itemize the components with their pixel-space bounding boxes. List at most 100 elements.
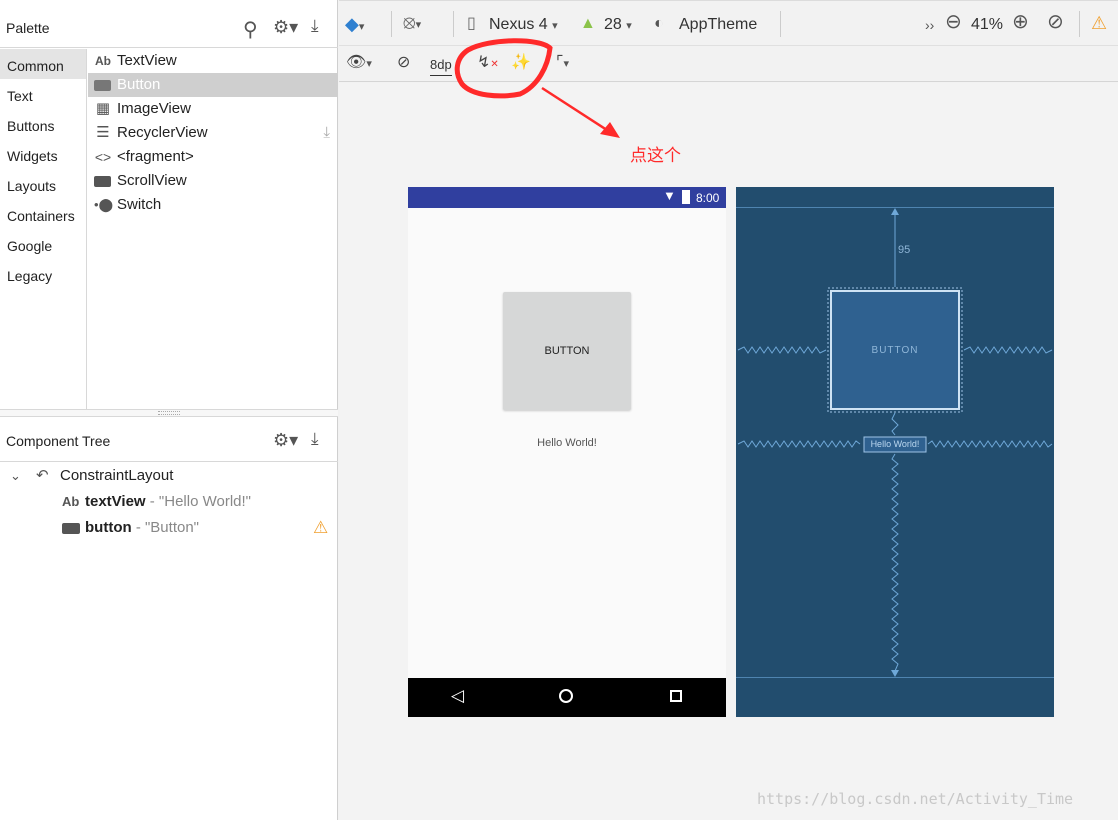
status-time: 8:00 (696, 191, 720, 205)
category-widgets[interactable]: Widgets (0, 139, 86, 169)
button-icon (62, 523, 80, 534)
highlight-annotation (454, 38, 620, 138)
palette-item-switch[interactable]: •⬤ Switch (88, 193, 338, 217)
warning-icon[interactable]: ⚠ (313, 515, 328, 541)
category-containers[interactable]: Containers (0, 199, 86, 229)
orientation-icon[interactable]: ⦻▾ (403, 13, 421, 35)
gear-icon[interactable]: ⚙▾ (273, 430, 298, 451)
chain-constraint (891, 412, 899, 436)
palette-item-label: ScrollView (117, 172, 187, 189)
api-selector[interactable]: 28 ▾ (604, 15, 632, 36)
palette-categories: Common Text Buttons Widgets Layouts Cont… (0, 49, 87, 409)
arrow-line (541, 86, 611, 134)
preview-button-label: BUTTON (544, 345, 590, 357)
highlight-circle (454, 38, 553, 99)
annotation-label: 点这个 (630, 146, 681, 165)
palette-item-recyclerview[interactable]: ☰ RecyclerView ⤓ (88, 121, 338, 145)
battery-icon (682, 190, 690, 204)
palette-header: Palette ⚲ ⚙▾ ⤓ (0, 8, 338, 48)
palette-title: Palette (6, 20, 50, 36)
left-panel: Palette ⚲ ⚙▾ ⤓ Common Text Buttons Widge… (0, 0, 338, 820)
tree-root-label: ConstraintLayout (60, 467, 174, 484)
search-icon[interactable]: ⚲ (243, 17, 258, 42)
tree-row-root[interactable]: ⌄ ↶ ConstraintLayout (0, 463, 338, 489)
nav-bar: ◁ (408, 678, 726, 717)
palette-items: Ab TextView Button ▦ ImageView ☰ RecyclerVi… (88, 49, 338, 409)
theme-selector[interactable]: AppTheme (679, 15, 757, 35)
default-margin[interactable]: 8dp (430, 55, 452, 76)
preview-hello-text[interactable]: Hello World! (408, 437, 726, 449)
tree-row-textview[interactable]: Ab textView - "Hello World!" (0, 489, 338, 515)
back-icon: ◁ (451, 686, 465, 705)
blueprint-constraints (736, 207, 1054, 678)
constraint-layout-icon: ↶ (36, 467, 49, 484)
zoom-out-icon[interactable]: ⊖ (945, 12, 962, 32)
scrollview-icon (94, 175, 111, 187)
palette-item-label: ImageView (117, 100, 191, 117)
list-icon: ☰ (96, 124, 110, 141)
zoom-in-icon[interactable]: ⊕ (1012, 12, 1029, 32)
palette-item-scrollview[interactable]: ScrollView (88, 169, 338, 193)
home-icon (559, 689, 573, 703)
tree-item-text: - "Hello World!" (149, 493, 251, 510)
autoconnect-off-icon[interactable]: ⊘ (397, 53, 410, 73)
blueprint-button-label: BUTTON (871, 345, 919, 356)
device-name: Nexus 4 (489, 16, 548, 33)
textview-icon: Ab (95, 54, 111, 68)
api-level: 28 (604, 16, 622, 33)
palette-item-imageview[interactable]: ▦ ImageView (88, 97, 338, 121)
chevron-down-icon[interactable]: ⌄ (10, 463, 21, 489)
category-layouts[interactable]: Layouts (0, 169, 86, 199)
preview-button[interactable]: BUTTON (503, 292, 631, 410)
download-icon[interactable]: ⤓ (323, 121, 330, 145)
status-bar: ▼ 8:00 (408, 187, 726, 208)
button-icon (94, 79, 111, 91)
palette-item-textview[interactable]: Ab TextView (88, 49, 338, 73)
view-options-icon[interactable]: 👁▾ (346, 53, 372, 74)
left-constraint (737, 346, 827, 354)
textview-icon: Ab (62, 494, 80, 509)
device-selector[interactable]: Nexus 4 ▾ (489, 15, 558, 36)
category-google[interactable]: Google (0, 229, 86, 259)
code-icon: <> (94, 149, 112, 165)
tree-item-id: button (85, 519, 132, 536)
design-preview[interactable]: ▼ 8:00 BUTTON Hello World! ◁ (408, 187, 726, 717)
zoom-to-fit-icon[interactable]: ⊘ (1047, 12, 1064, 32)
tree-item-id: textView (85, 493, 146, 510)
palette-item-fragment[interactable]: <> <fragment> (88, 145, 338, 169)
theme-icon: ◐ (654, 15, 664, 32)
switch-icon: •⬤ (94, 197, 114, 212)
gear-icon[interactable]: ⚙▾ (273, 17, 298, 38)
warning-icon[interactable]: ⚠ (1091, 13, 1107, 33)
right-constraint (963, 346, 1053, 354)
category-text[interactable]: Text (0, 79, 86, 109)
bottom-constraint (891, 453, 899, 672)
watermark: https://blog.csdn.net/Activity_Time (757, 790, 1074, 808)
image-icon: ▦ (95, 100, 111, 117)
palette-item-label: Button (117, 76, 161, 93)
collapse-panel-icon[interactable]: ⤓ (311, 16, 319, 36)
text-right-constraint (927, 440, 1053, 448)
collapse-panel-icon[interactable]: ⤓ (311, 429, 319, 449)
category-common[interactable]: Common (0, 49, 86, 79)
component-tree: ⌄ ↶ ConstraintLayout Ab textView - "Hell… (0, 463, 338, 541)
arrow-head (600, 122, 620, 138)
palette-item-label: Switch (117, 196, 162, 213)
palette-item-label: TextView (117, 52, 177, 69)
wifi-icon: ▼ (663, 188, 676, 203)
more-icon[interactable]: ›› (925, 15, 934, 35)
margin-label: 95 (898, 244, 911, 256)
palette-item-label: <fragment> (117, 148, 194, 165)
blueprint-view[interactable]: 95 BUTTON Hello World! (736, 187, 1054, 717)
blueprint-text-label: Hello World! (870, 439, 920, 449)
layers-icon[interactable]: ◆▾ (345, 14, 364, 37)
tree-row-button[interactable]: button - "Button" ⚠ (0, 515, 338, 541)
palette-item-label: RecyclerView (117, 124, 208, 141)
category-buttons[interactable]: Buttons (0, 109, 86, 139)
palette-item-button[interactable]: Button (88, 73, 338, 97)
theme-name: AppTheme (679, 16, 758, 33)
device-icon: ▯ (467, 15, 476, 32)
panel-splitter[interactable] (0, 409, 338, 417)
category-legacy[interactable]: Legacy (0, 259, 86, 289)
recents-icon (670, 690, 682, 702)
